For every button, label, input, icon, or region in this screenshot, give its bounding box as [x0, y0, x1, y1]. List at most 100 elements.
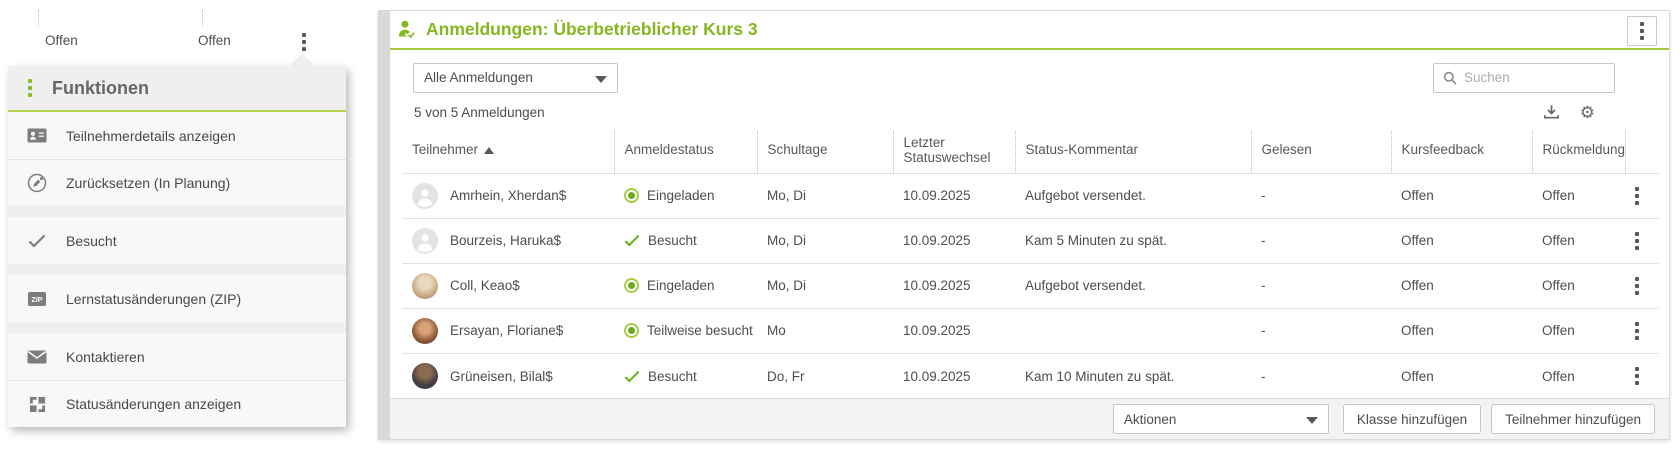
col-letzter-statuswechsel[interactable]: Letzter Statuswechsel — [893, 131, 1015, 174]
screenshot-canvas: Offen Offen Funktionen Teilnehmerdetails… — [0, 0, 1680, 452]
panel-toolbar: Alle Anmeldungen — [390, 50, 1669, 93]
gear-icon[interactable]: ⚙ — [1580, 104, 1595, 121]
menu-item-besucht[interactable]: Besucht — [8, 217, 346, 264]
chevron-down-icon — [1306, 417, 1318, 424]
menu-item-zuruecksetzen[interactable]: Zurücksetzen (In Planung) — [8, 159, 346, 206]
col-anmeldestatus[interactable]: Anmeldestatus — [614, 131, 757, 174]
table-row[interactable]: Coll, Keao$ Eingeladen Mo, Di 10.09.2025… — [402, 263, 1659, 308]
panel-left-strip — [379, 11, 390, 439]
column-separator — [202, 10, 203, 26]
status-kommentar-value: Aufgebot versendet. — [1015, 173, 1251, 218]
aktionen-selected-value: Aktionen — [1124, 412, 1177, 427]
col-gelesen[interactable]: Gelesen — [1251, 131, 1391, 174]
search-input[interactable] — [1464, 70, 1605, 85]
menu-item-statusaenderungen[interactable]: Statusänderungen anzeigen — [8, 380, 346, 427]
aktionen-select[interactable]: Aktionen — [1113, 404, 1329, 434]
menu-item-lernstatus-zip[interactable]: ZIP Lernstatusänderungen (ZIP) — [8, 275, 346, 322]
status-label: Besucht — [648, 369, 697, 384]
col-kursfeedback[interactable]: Kursfeedback — [1391, 131, 1532, 174]
table-row[interactable]: Bourzeis, Haruka$ Besucht Mo, Di 10.09.2… — [402, 218, 1659, 263]
check-icon — [26, 234, 48, 248]
avatar-photo — [412, 363, 438, 389]
schultage-value: Mo, Di — [757, 173, 893, 218]
search-box — [1433, 63, 1615, 93]
envelope-icon — [26, 350, 48, 364]
rueckmeldung-value: Offen — [198, 33, 231, 48]
table-row[interactable]: Amrhein, Xherdan$ Eingeladen Mo, Di 10.0… — [402, 173, 1659, 218]
col-schultage[interactable]: Schultage — [757, 131, 893, 174]
menu-group-separator — [8, 264, 346, 275]
menu-header: Funktionen — [8, 66, 346, 112]
filter-selected-value: Alle Anmeldungen — [424, 70, 533, 85]
panel-kebab-button[interactable] — [1627, 16, 1657, 46]
kursfeedback-value: Offen — [1391, 218, 1532, 263]
anmeldungen-table: Teilnehmer Anmeldestatus Schultage Letzt… — [402, 131, 1659, 399]
statuswechsel-value: 10.09.2025 — [893, 173, 1015, 218]
download-icon[interactable] — [1543, 104, 1560, 120]
row-actions-kebab-icon[interactable] — [302, 33, 306, 51]
status-invited-icon — [624, 188, 639, 203]
menu-item-kontaktieren[interactable]: Kontaktieren — [8, 333, 346, 380]
status-kommentar-value: Aufgebot versendet. — [1015, 263, 1251, 308]
person-check-icon — [396, 19, 417, 40]
gelesen-value: - — [1251, 308, 1391, 353]
col-rueckmeldung[interactable]: Rückmeldung — [1532, 131, 1625, 174]
schultage-value: Mo — [757, 308, 893, 353]
kursfeedback-value: Offen — [1391, 263, 1532, 308]
gelesen-value: - — [1251, 218, 1391, 263]
column-separator — [38, 10, 39, 26]
avatar-photo — [412, 318, 438, 344]
status-label: Besucht — [648, 233, 697, 248]
schultage-value: Mo, Di — [757, 263, 893, 308]
status-label: Eingeladen — [647, 278, 715, 293]
status-kommentar-value: Kam 10 Minuten zu spät. — [1015, 353, 1251, 398]
status-visited-icon — [624, 234, 640, 247]
participant-name: Coll, Keao$ — [450, 278, 520, 293]
table-header-row: Teilnehmer Anmeldestatus Schultage Letzt… — [402, 131, 1659, 174]
statuswechsel-value: 10.09.2025 — [893, 218, 1015, 263]
kursfeedback-value: Offen — [1391, 173, 1532, 218]
gelesen-value: - — [1251, 263, 1391, 308]
menu-group-separator — [8, 322, 346, 333]
row-actions-kebab-icon[interactable] — [1635, 232, 1649, 250]
anmeldungen-filter-select[interactable]: Alle Anmeldungen — [413, 63, 618, 93]
rueckmeldung-value: Offen — [1532, 218, 1625, 263]
add-class-button[interactable]: Klasse hinzufügen — [1343, 404, 1481, 434]
status-kommentar-value — [1015, 308, 1251, 353]
menu-item-teilnehmerdetails[interactable]: Teilnehmerdetails anzeigen — [8, 112, 346, 159]
statuswechsel-value: 10.09.2025 — [893, 263, 1015, 308]
add-participant-button[interactable]: Teilnehmer hinzufügen — [1491, 404, 1655, 434]
search-icon — [1443, 71, 1457, 85]
participant-name: Ersayan, Floriane$ — [450, 323, 563, 338]
statuswechsel-value: 10.09.2025 — [893, 353, 1015, 398]
table-row[interactable]: Ersayan, Floriane$ Teilweise besucht Mo … — [402, 308, 1659, 353]
row-actions-kebab-icon[interactable] — [1635, 277, 1649, 295]
menu-item-label: Zurücksetzen (In Planung) — [66, 175, 230, 191]
row-actions-kebab-icon[interactable] — [1635, 187, 1649, 205]
status-invited-icon — [624, 278, 639, 293]
row-actions-kebab-icon[interactable] — [1635, 367, 1649, 385]
kebab-icon — [1640, 22, 1644, 40]
avatar-placeholder — [412, 183, 438, 209]
participant-name: Bourzeis, Haruka$ — [450, 233, 561, 248]
status-label: Teilweise besucht — [647, 323, 753, 338]
status-label: Eingeladen — [647, 188, 715, 203]
col-teilnehmer[interactable]: Teilnehmer — [402, 131, 614, 174]
gelesen-value: - — [1251, 353, 1391, 398]
panel-title: Anmeldungen: Überbetrieblicher Kurs 3 — [426, 19, 758, 40]
status-partial-icon — [624, 323, 639, 338]
kursfeedback-value: Offen — [45, 33, 78, 48]
menu-group-separator — [8, 206, 346, 217]
menu-item-label: Kontaktieren — [66, 349, 145, 365]
gelesen-value: - — [1251, 173, 1391, 218]
menu-title: Funktionen — [52, 78, 149, 99]
pencil-circle-icon — [26, 173, 48, 193]
col-status-kommentar[interactable]: Status-Kommentar — [1015, 131, 1251, 174]
menu-item-label: Teilnehmerdetails anzeigen — [66, 128, 236, 144]
row-actions-kebab-icon[interactable] — [1635, 322, 1649, 340]
avatar-photo — [412, 273, 438, 299]
avatar-placeholder — [412, 228, 438, 254]
table-row[interactable]: Grüneisen, Bilal$ Besucht Do, Fr 10.09.2… — [402, 353, 1659, 398]
sort-asc-icon — [484, 147, 494, 154]
registration-count: 5 von 5 Anmeldungen — [414, 105, 545, 120]
